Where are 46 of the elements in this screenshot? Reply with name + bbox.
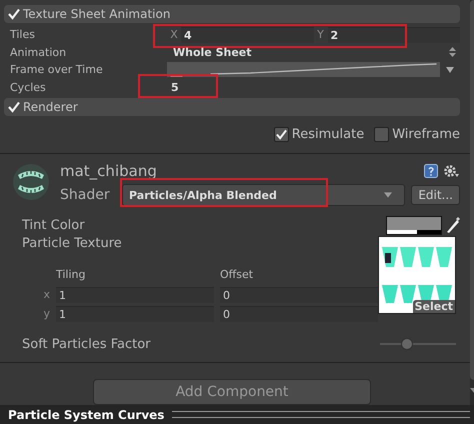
material-name: mat_chibang	[60, 162, 158, 180]
column-header: Offset	[220, 268, 254, 284]
module-header[interactable]: Renderer	[4, 98, 460, 116]
checkbox[interactable]	[374, 126, 390, 142]
number-field[interactable]: 5	[167, 80, 179, 94]
help-icon[interactable]	[424, 164, 438, 178]
checkbox-label: Resimulate	[292, 126, 364, 142]
number-field[interactable]: 0	[220, 306, 378, 322]
checkbox[interactable]	[274, 126, 289, 142]
number-field[interactable]: 1	[56, 286, 214, 303]
slider-thumb[interactable]	[400, 338, 413, 350]
caret-icon	[384, 192, 392, 198]
color-swatch[interactable]	[386, 216, 442, 235]
field-label: Shader	[60, 187, 111, 204]
sphere-icon	[12, 163, 50, 202]
settings-icon[interactable]	[444, 164, 460, 178]
select-button[interactable]: Select	[412, 300, 455, 314]
checkmark-icon[interactable]	[8, 100, 20, 113]
module-header[interactable]: Texture Sheet Animation	[4, 5, 460, 24]
field-label: Tint Color	[22, 218, 86, 233]
panel-title: Particle System Curves	[8, 408, 164, 422]
axis-label: Y	[316, 28, 325, 42]
axis-label: y	[42, 307, 50, 320]
curve-field[interactable]	[167, 62, 440, 78]
field-label: Cycles	[9, 80, 47, 94]
number-field[interactable]: 0	[220, 286, 378, 303]
checkbox-label: Wireframe	[392, 126, 460, 142]
eyedropper-icon[interactable]	[446, 217, 460, 234]
number-field[interactable]: 4	[181, 26, 314, 43]
field-label: Animation	[9, 46, 68, 59]
checkmark-icon[interactable]	[8, 8, 20, 20]
updown-arrow-icon	[449, 47, 456, 58]
number-field[interactable]: 2	[328, 26, 460, 43]
number-field[interactable]: 1	[56, 306, 214, 322]
slider[interactable]	[380, 338, 456, 350]
field-label: Soft Particles Factor	[22, 336, 152, 352]
field-label: Frame over Time	[9, 63, 104, 76]
axis-label: X	[169, 28, 179, 42]
shader-dropdown[interactable]: Particles/Alpha Blended	[122, 184, 406, 206]
axis-label: x	[42, 288, 50, 302]
field-label: Tiles	[9, 28, 36, 42]
caret-icon[interactable]	[446, 66, 454, 73]
dropdown[interactable]: Whole Sheet	[167, 44, 460, 60]
column-header: Tiling	[56, 268, 87, 284]
field-label: Particle Texture	[22, 236, 123, 254]
edit-button[interactable]: Edit...	[411, 185, 460, 206]
